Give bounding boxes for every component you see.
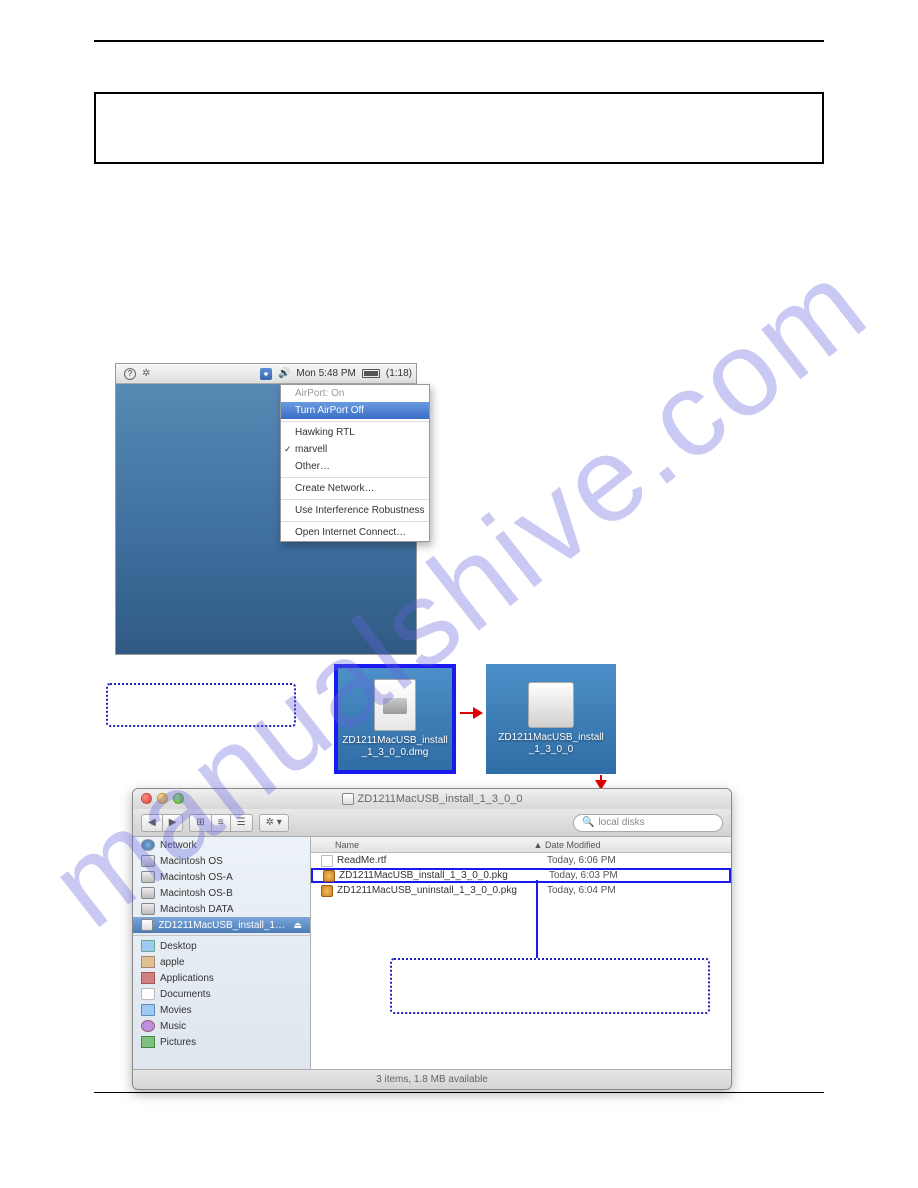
volume-title-icon [342, 793, 354, 805]
help-icon: ? [124, 368, 136, 380]
mounted-volume-icon-box[interactable]: ZD1211MacUSB_install_1_3_0_0 [486, 664, 616, 774]
arrow-down-icon [600, 775, 602, 789]
sidebar-item-hd4[interactable]: Macintosh DATA [133, 901, 310, 917]
column-headers: Name ▲ Date Modified [311, 837, 731, 853]
bottom-rule [94, 1092, 824, 1093]
eject-icon[interactable]: ⏏ [293, 920, 302, 931]
icon-view-button[interactable]: ⊞ [189, 814, 210, 832]
sidebar-item-movies[interactable]: Movies [133, 1002, 310, 1018]
open-internet-connect-item[interactable]: Open Internet Connect… [281, 524, 429, 541]
menubar-battery-time: (1:18) [386, 368, 412, 379]
column-view-button[interactable]: ☰ [230, 814, 253, 832]
hd-icon [141, 871, 155, 883]
annotation-connector-line [536, 880, 538, 958]
empty-heading-box [94, 92, 824, 164]
finder-toolbar: ◀ ▶ ⊞ ≡ ☰ ✲ ▾ 🔍 local disks [133, 809, 731, 837]
file-row-install-pkg[interactable]: ZD1211MacUSB_install_1_3_0_0.pkg Today, … [311, 868, 731, 883]
dmg-icon [374, 679, 416, 731]
sidebar-item-hd1[interactable]: Macintosh OS [133, 853, 310, 869]
hd-icon [141, 903, 155, 915]
airport-dropdown: AirPort: On Turn AirPort Off Hawking RTL… [280, 384, 430, 542]
sidebar-item-documents[interactable]: Documents [133, 986, 310, 1002]
top-rule [94, 40, 824, 42]
music-icon [141, 1020, 155, 1032]
view-mode-group: ⊞ ≡ ☰ [189, 814, 252, 832]
sidebar-item-applications[interactable]: Applications [133, 970, 310, 986]
menubar-time: Mon 5:48 PM [296, 368, 355, 379]
documents-icon [141, 988, 155, 1000]
annotation-box-left [106, 683, 296, 727]
sidebar-item-pictures[interactable]: Pictures [133, 1034, 310, 1050]
finder-titlebar: ZD1211MacUSB_install_1_3_0_0 [133, 789, 731, 809]
applications-icon [141, 972, 155, 984]
sidebar-item-mounted-volume[interactable]: ZD1211MacUSB_install_1_3_0_0⏏ [133, 917, 310, 933]
column-date-modified[interactable]: Date Modified [545, 840, 731, 850]
volume-name: ZD1211MacUSB_install_1_3_0_0 [498, 732, 603, 756]
close-icon[interactable] [141, 793, 152, 804]
sidebar-item-home[interactable]: apple [133, 954, 310, 970]
rtf-file-icon [321, 855, 333, 867]
airport-status: AirPort: On [281, 385, 429, 402]
bluetooth-icon: ✲ [142, 368, 154, 380]
mounted-disk-icon [141, 919, 153, 931]
back-button[interactable]: ◀ [141, 814, 162, 832]
home-icon [141, 956, 155, 968]
search-icon: 🔍 [582, 817, 594, 828]
minimize-icon[interactable] [157, 793, 168, 804]
sidebar-item-hd3[interactable]: Macintosh OS-B [133, 885, 310, 901]
file-row-uninstall-pkg[interactable]: ZD1211MacUSB_uninstall_1_3_0_0.pkg Today… [311, 883, 731, 898]
annotation-box-main [390, 958, 710, 1014]
turn-airport-off-item[interactable]: Turn AirPort Off [281, 402, 429, 419]
dmg-file-icon-box[interactable]: ZD1211MacUSB_install_1_3_0_0.dmg [334, 664, 456, 774]
search-placeholder: local disks [598, 817, 644, 828]
screenshot-airport-menu: ? ✲ 🔊 Mon 5:48 PM (1:18) AirPort: On Tur… [115, 363, 417, 655]
network-marvell-item[interactable]: marvell [281, 441, 429, 458]
sidebar-item-network[interactable]: Network [133, 837, 310, 853]
mac-menubar: ? ✲ 🔊 Mon 5:48 PM (1:18) [116, 364, 416, 384]
volume-icon: 🔊 [278, 368, 290, 380]
movies-icon [141, 1004, 155, 1016]
finder-sidebar: Network Macintosh OS Macintosh OS-A Maci… [133, 837, 311, 1069]
zoom-icon[interactable] [173, 793, 184, 804]
pictures-icon [141, 1036, 155, 1048]
pkg-file-icon [321, 885, 333, 897]
arrow-right-icon [460, 712, 482, 714]
hd-icon [141, 887, 155, 899]
nav-back-forward: ◀ ▶ [141, 814, 183, 832]
sort-indicator-icon: ▲ [531, 840, 545, 850]
finder-file-pane: Name ▲ Date Modified ReadMe.rtf Today, 6… [311, 837, 731, 1069]
action-menu-button[interactable]: ✲ ▾ [259, 814, 289, 832]
search-field[interactable]: 🔍 local disks [573, 814, 723, 832]
create-network-item[interactable]: Create Network… [281, 480, 429, 497]
desktop-icon [141, 940, 155, 952]
finder-status-bar: 3 items, 1.8 MB available [133, 1069, 731, 1089]
network-other-item[interactable]: Other… [281, 458, 429, 475]
forward-button[interactable]: ▶ [162, 814, 184, 832]
hd-icon [141, 855, 155, 867]
column-name[interactable]: Name [311, 840, 531, 850]
battery-icon [362, 369, 380, 378]
file-row-readme[interactable]: ReadMe.rtf Today, 6:06 PM [311, 853, 731, 868]
volume-icon [528, 682, 574, 728]
pkg-file-icon [323, 870, 335, 882]
dmg-filename: ZD1211MacUSB_install_1_3_0_0.dmg [342, 735, 447, 759]
finder-window: ZD1211MacUSB_install_1_3_0_0 ◀ ▶ ⊞ ≡ ☰ ✲… [132, 788, 732, 1090]
sidebar-item-desktop[interactable]: Desktop [133, 938, 310, 954]
sidebar-item-hd2[interactable]: Macintosh OS-A [133, 869, 310, 885]
network-icon [141, 839, 155, 851]
list-view-button[interactable]: ≡ [211, 814, 230, 832]
network-hawking-item[interactable]: Hawking RTL [281, 424, 429, 441]
finder-title: ZD1211MacUSB_install_1_3_0_0 [358, 793, 523, 805]
interference-robustness-item[interactable]: Use Interference Robustness [281, 502, 429, 519]
sidebar-item-music[interactable]: Music [133, 1018, 310, 1034]
wifi-icon[interactable] [260, 368, 272, 380]
